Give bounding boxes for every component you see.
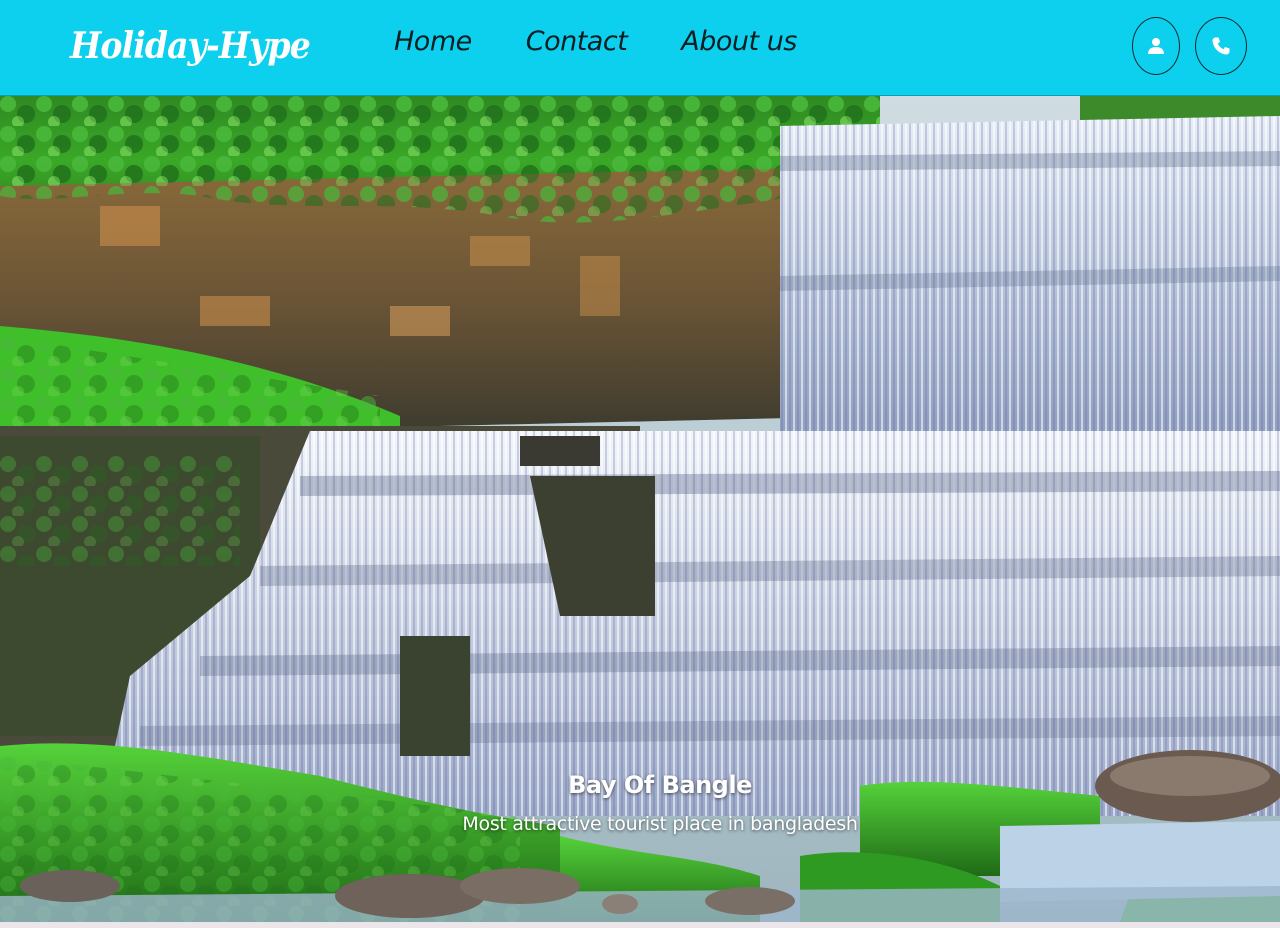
hero-banner: Bay Of Bangle Most attractive tourist pl… <box>0 96 1280 922</box>
hero-title: Bay Of Bangle <box>568 771 752 799</box>
nav-link-about[interactable]: About us <box>681 24 797 60</box>
hero-caption: Bay Of Bangle Most attractive tourist pl… <box>0 768 1280 838</box>
user-button[interactable] <box>1132 17 1180 75</box>
page-bottom-edge <box>0 922 1280 928</box>
brand-logo[interactable]: Holiday-Hype <box>70 22 311 70</box>
hero-subtitle: Most attractive tourist place in banglad… <box>462 813 858 835</box>
phone-button[interactable] <box>1195 17 1247 75</box>
navbar: Holiday-Hype Home Contact About us <box>0 0 1280 96</box>
nav-links: Home Contact About us <box>394 24 797 60</box>
user-icon <box>1148 38 1164 54</box>
nav-link-home[interactable]: Home <box>394 24 472 60</box>
phone-icon <box>1212 37 1230 55</box>
nav-link-contact[interactable]: Contact <box>526 24 628 60</box>
